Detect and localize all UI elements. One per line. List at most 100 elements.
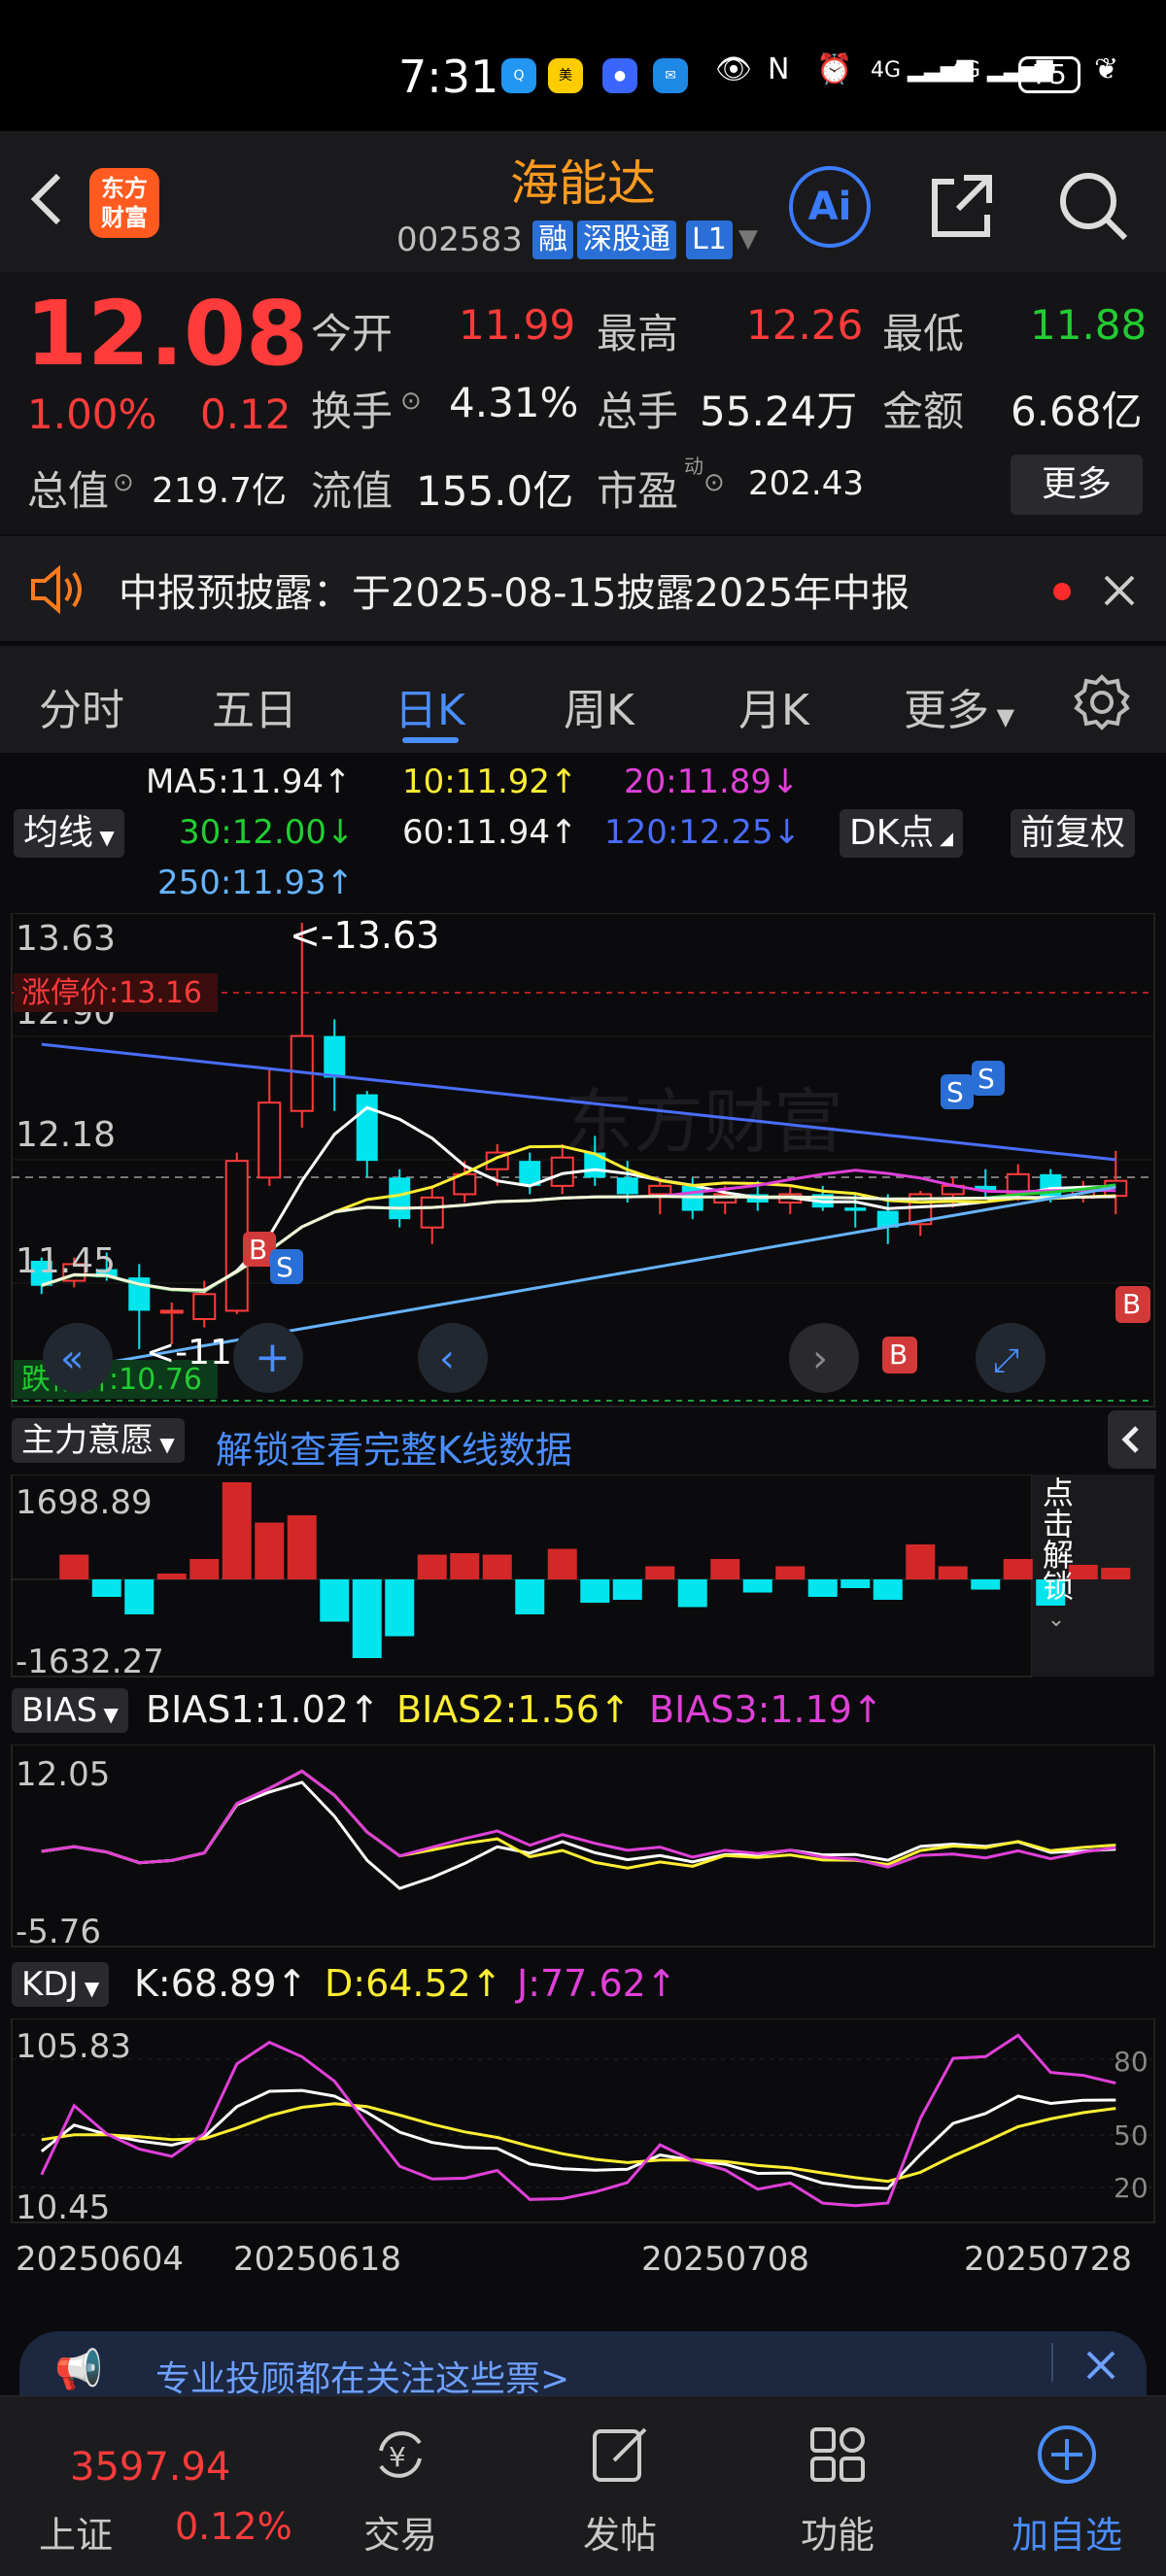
gear-icon[interactable]	[1073, 673, 1131, 731]
main-force-bar-23	[775, 1566, 806, 1579]
main-force-bar-2	[91, 1579, 121, 1597]
main-force-bar-10	[352, 1579, 382, 1658]
kdj-top: 105.83	[16, 2027, 131, 2066]
candle-body-9	[324, 1035, 346, 1078]
kdj-selector[interactable]: KDJ ▼	[12, 1962, 110, 2007]
close-icon[interactable]	[1102, 573, 1137, 608]
limit-up-label: 涨停价:13.16	[21, 976, 202, 1010]
main-force-bar-25	[840, 1579, 871, 1588]
chevron-down-icon[interactable]: ▼	[738, 224, 758, 254]
kdj-ref-80: 80	[1114, 2046, 1149, 2078]
status-time: 7:31	[398, 51, 499, 103]
app-notification-icon: Q	[501, 58, 536, 93]
candle-body-10	[356, 1094, 378, 1162]
info-icon-3[interactable]: ⊙	[703, 468, 725, 497]
main-force-bar-24	[807, 1579, 838, 1597]
main-force-bar-14	[482, 1554, 512, 1579]
app-notification-icon-2: ●	[602, 58, 637, 93]
tab-weekly-k[interactable]: 周K	[564, 675, 634, 737]
search-icon[interactable]	[1053, 166, 1131, 244]
info-icon-2[interactable]: ⊙	[113, 468, 134, 497]
index-ticker[interactable]: 3597.94 上证 0.12%	[0, 2396, 311, 2576]
meituan-notification-icon: 美	[548, 58, 583, 93]
volume-label: 总手	[597, 388, 679, 435]
nav-post-label: 发帖	[582, 2514, 657, 2557]
nav-trade[interactable]: ¥ 交易	[332, 2396, 468, 2576]
ai-assistant-button[interactable]: Ai	[789, 166, 871, 248]
chevron-left-icon: ‹	[439, 1337, 455, 1381]
dk-point-button[interactable]: DK点 ◢	[840, 809, 963, 858]
svg-text:¥: ¥	[389, 2441, 406, 2473]
date-tick-1: 20250604	[16, 2240, 185, 2279]
main-force-bar-19	[645, 1566, 675, 1579]
grid-icon	[810, 2427, 865, 2482]
main-force-bar-8	[287, 1515, 317, 1579]
message-notification-icon: ✉	[653, 58, 688, 93]
main-force-top: 1698.89	[16, 1483, 153, 1522]
eye-icon: 👁	[715, 52, 753, 86]
low-label: 最低	[882, 310, 965, 357]
ma5-value: MA5:11.94↑	[146, 763, 352, 801]
collapse-panel-button[interactable]	[1108, 1410, 1156, 1469]
main-force-bar-30	[1003, 1559, 1033, 1579]
double-chevron-left-icon: «	[60, 1337, 84, 1381]
main-force-bar-26	[873, 1579, 903, 1600]
kline-chart[interactable]: 东方财富 13.63 12.90 12.18 11.45 涨停价:13.16 跌…	[0, 913, 1166, 1408]
date-tick-2: 20250618	[233, 2240, 402, 2279]
alarm-icon: ⏰	[816, 52, 853, 86]
main-force-bar-12	[417, 1554, 447, 1579]
tab-monthly-k[interactable]: 月K	[738, 675, 809, 737]
more-button[interactable]: 更多	[1011, 455, 1143, 515]
bias1-value: BIAS1:1.02↑	[146, 1688, 380, 1731]
tab-intraday[interactable]: 分时	[39, 675, 124, 737]
ma-selector[interactable]: 均线 ▼	[14, 809, 124, 858]
nav-add-watchlist[interactable]: 加自选	[989, 2396, 1145, 2576]
main-force-bar-33	[1101, 1568, 1131, 1579]
candle-body-18	[616, 1177, 638, 1195]
main-force-bar-29	[971, 1579, 1001, 1590]
main-force-selector[interactable]: 主力意愿 ▼	[12, 1418, 185, 1463]
notice-bar[interactable]: 中报预披露：于2025-08-15披露2025年中报	[0, 536, 1166, 641]
tab-more[interactable]: 更多 ▼	[904, 675, 1014, 737]
banner-divider	[1051, 2343, 1053, 2382]
candle-body-11	[389, 1177, 411, 1220]
nav-trade-label: 交易	[362, 2514, 437, 2557]
main-force-bar-3	[124, 1579, 154, 1614]
add-circle-icon	[1038, 2425, 1096, 2484]
nav-functions[interactable]: 功能	[770, 2396, 906, 2576]
nav-post[interactable]: 发帖	[552, 2396, 688, 2576]
main-force-bottom: -1632.27	[16, 1643, 164, 1678]
y-axis-4: 11.45	[16, 1241, 116, 1281]
tab-five-day[interactable]: 五日	[212, 675, 297, 737]
tab-daily-k[interactable]: 日K	[394, 675, 465, 737]
tap-unlock-button[interactable]: 点击解锁 ⌄	[1030, 1476, 1082, 1682]
candle-body-19	[648, 1184, 672, 1196]
low-value: 11.88	[1030, 301, 1148, 349]
adjust-button[interactable]: 前复权	[1011, 809, 1136, 858]
pe-dynamic-sup: 动	[684, 455, 703, 478]
kdj-j-value: J:77.62↑	[517, 1962, 677, 2005]
pe-label: 市盈	[597, 467, 679, 515]
ma-legend: MA5:11.94↑ 10:11.92↑ 20:11.89↓ 均线 ▼ 30:1…	[0, 753, 1166, 908]
stock-header: 东方 财富 海能达 002583 融 深股通 L1 ▼ Ai	[0, 131, 1166, 272]
banner-close-icon[interactable]	[1084, 2349, 1117, 2382]
expand-icon: ⤢	[993, 1341, 1019, 1380]
y-axis-top: 13.63	[16, 919, 116, 959]
kdj-k-value: K:68.89↑	[134, 1962, 308, 2005]
bias-selector[interactable]: BIAS ▼	[12, 1688, 128, 1733]
main-force-bar-22	[742, 1579, 772, 1593]
y-axis-3: 12.18	[16, 1115, 116, 1155]
index-change: 0.12%	[175, 2505, 292, 2548]
svg-text:B: B	[249, 1234, 267, 1266]
banner-text: 专业投顾都在关注这些票>	[155, 2359, 570, 2399]
info-icon[interactable]: ⊙	[400, 387, 422, 416]
pe-value: 202.43	[748, 464, 864, 503]
nav-add-watchlist-label: 加自选	[1011, 2514, 1122, 2557]
date-tick-4: 20250728	[964, 2240, 1133, 2279]
period-tabs: 分时 五日 日K 周K 月K 更多 ▼	[0, 646, 1166, 753]
share-icon[interactable]	[925, 166, 1003, 244]
unlock-kline-link[interactable]: 解锁查看完整K线数据	[216, 1420, 572, 1474]
svg-text:S: S	[276, 1251, 293, 1283]
main-force-bar-11	[385, 1579, 415, 1637]
turnover-value: 4.31%	[449, 379, 579, 426]
